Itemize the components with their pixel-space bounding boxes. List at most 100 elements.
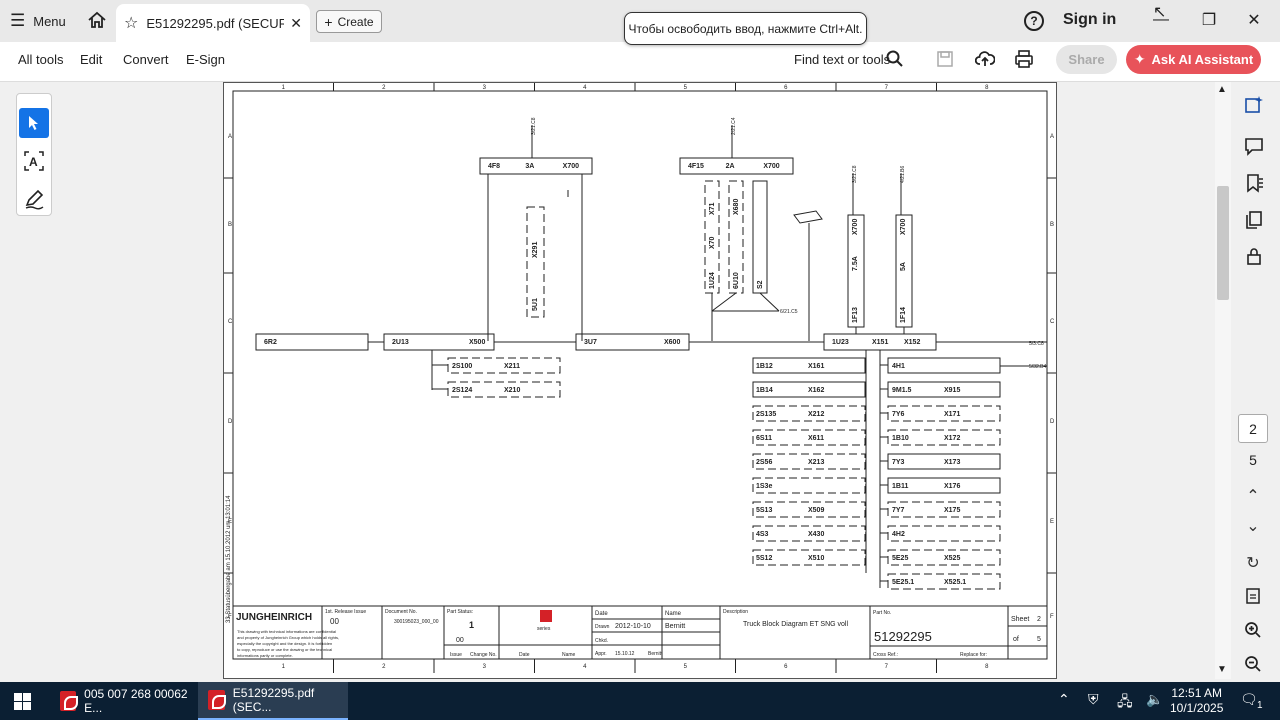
title-field-value: 15.10.12: [615, 651, 635, 657]
pdf-app-icon: [60, 691, 79, 711]
vertical-scrollbar[interactable]: [1215, 82, 1231, 679]
help-icon[interactable]: ?: [1024, 11, 1044, 31]
lock-icon[interactable]: [1243, 245, 1265, 267]
system-clock[interactable]: 12:51 AM 10/1/2025: [1170, 686, 1223, 716]
zoom-out-icon[interactable]: [1241, 652, 1265, 676]
sheet-label: Sheet: [1011, 616, 1029, 623]
maximize-icon[interactable]: ❐: [1195, 8, 1223, 32]
network-icon[interactable]: 🖧: [1117, 691, 1133, 715]
windows-start-icon[interactable]: [14, 693, 31, 715]
taskbar-item-pdf2[interactable]: E51292295.pdf (SEC...: [198, 682, 348, 720]
fuse-label: X291: [532, 242, 539, 258]
fuse-label: X700: [852, 219, 859, 235]
scroll-up-icon[interactable]: ▲: [1217, 84, 1227, 95]
ai-edit-icon[interactable]: [1243, 94, 1265, 116]
security-tray-icon[interactable]: ⛨: [1088, 691, 1099, 708]
fuse-label: 1U24: [709, 272, 716, 289]
component-label: 5S12: [756, 555, 772, 562]
connector-label: X213: [808, 459, 824, 466]
confidential-notice: especially the copyright and the design.…: [237, 641, 332, 646]
rotate-icon[interactable]: ↻: [1241, 551, 1265, 575]
fit-page-icon[interactable]: [1241, 584, 1265, 608]
connector-label: X175: [944, 507, 960, 514]
fuse-label: X680: [733, 199, 740, 215]
select-tool-icon[interactable]: [19, 108, 49, 138]
search-icon[interactable]: [886, 50, 904, 73]
comment-icon[interactable]: [1243, 135, 1265, 157]
tray-expand-icon[interactable]: ⌃: [1058, 691, 1070, 708]
current-page-input[interactable]: 2: [1238, 414, 1268, 443]
volume-icon[interactable]: 🔈: [1146, 691, 1163, 708]
create-button[interactable]: + Create: [316, 10, 382, 33]
quick-tools: A: [16, 93, 52, 216]
save-icon[interactable]: [936, 50, 954, 73]
all-tools-menu[interactable]: All tools: [18, 52, 64, 67]
next-page-icon[interactable]: ⌄: [1241, 514, 1265, 538]
close-tab-icon[interactable]: ✕: [290, 15, 302, 32]
print-icon[interactable]: [1014, 49, 1034, 74]
column-number-bottom: 4: [583, 664, 587, 670]
bookmark-icon[interactable]: [1243, 172, 1265, 194]
ask-ai-button[interactable]: ✦ Ask AI Assistant: [1126, 45, 1261, 74]
block-label: 4F15: [688, 163, 704, 170]
row-letter-left: C: [228, 319, 233, 325]
of-label: of: [1013, 636, 1019, 643]
close-window-icon[interactable]: ✕: [1240, 8, 1268, 32]
share-button[interactable]: Share: [1056, 45, 1117, 74]
title-field-label: Part Status:: [447, 609, 473, 615]
mouse-cursor-icon: ↖: [1153, 4, 1167, 21]
pages-icon[interactable]: [1243, 209, 1265, 231]
connector-label: X162: [808, 387, 824, 394]
plus-icon: +: [324, 13, 333, 30]
row-letter-left: A: [228, 134, 232, 140]
title-field-label: Name: [562, 652, 576, 658]
home-icon[interactable]: [86, 9, 108, 31]
row-letter-right: A: [1050, 134, 1054, 140]
scrollbar-thumb[interactable]: [1217, 186, 1229, 300]
column-number-top: 1: [282, 85, 286, 91]
find-text-button[interactable]: Find text or tools: [794, 52, 890, 67]
taskbar-item-pdf1[interactable]: 005 007 268 00062 E...: [50, 682, 196, 720]
taskbar: 005 007 268 00062 E... E51292295.pdf (SE…: [0, 682, 1280, 720]
esign-menu[interactable]: E-Sign: [186, 52, 225, 67]
connector-label: X525.1: [944, 579, 966, 586]
bus-block-label: 6R2: [264, 339, 277, 346]
previous-page-icon[interactable]: ⌃: [1241, 484, 1265, 508]
column-number-top: 7: [885, 85, 889, 91]
connector-label: X211: [504, 363, 520, 370]
component-label: 1B14: [756, 387, 773, 394]
title-field-label: Name: [665, 611, 682, 617]
draw-tool-icon[interactable]: [19, 184, 49, 214]
sign-in-button[interactable]: Sign in: [1063, 11, 1116, 29]
component-label: 2S124: [452, 387, 472, 394]
title-field-label: Chkd.: [595, 638, 608, 644]
wire: [711, 292, 737, 312]
convert-menu[interactable]: Convert: [123, 52, 169, 67]
title-field-label: Appr.: [595, 651, 607, 657]
component-label: 5E25.1: [892, 579, 914, 586]
scroll-down-icon[interactable]: ▼: [1217, 664, 1227, 675]
column-number-bottom: 2: [382, 664, 386, 670]
row-letter-left: D: [228, 419, 233, 425]
title-field-value: 2012-10-10: [615, 623, 651, 630]
upload-cloud-icon[interactable]: [974, 49, 996, 74]
notification-icon[interactable]: 🗨: [1240, 691, 1258, 708]
text-recognition-icon[interactable]: A: [19, 146, 49, 176]
document-tab[interactable]: ☆ E51292295.pdf (SECURE... ✕: [116, 4, 310, 42]
title-field-label: Part No.: [873, 610, 891, 616]
pdf-app-icon: [208, 690, 226, 710]
block-label: 2A: [726, 163, 735, 170]
pdf-page[interactable]: 1 1 2 2 3 3 4 4 5 5 6 6 7 7 8 8 A A B B C C D D E E F F 33 Statusübe…: [223, 82, 1057, 679]
bus-block-label: X152: [904, 339, 920, 346]
title-field-label: Issue: [450, 652, 462, 658]
menu-button[interactable]: ☰ Menu: [10, 10, 66, 32]
star-icon[interactable]: ☆: [124, 13, 138, 33]
input-release-tooltip: Чтобы освободить ввод, нажмите Ctrl+Alt.: [624, 12, 867, 45]
confidential-notice: informations partly or complete.: [237, 653, 293, 658]
edit-menu[interactable]: Edit: [80, 52, 102, 67]
zoom-in-icon[interactable]: [1241, 618, 1265, 642]
fuse-label: 1F13: [852, 307, 859, 323]
series-label: series: [537, 626, 551, 632]
description-value: Truck Block Diagram ET SNG voll: [743, 621, 848, 628]
confidential-notice: This drawing with technical informations…: [237, 629, 336, 634]
